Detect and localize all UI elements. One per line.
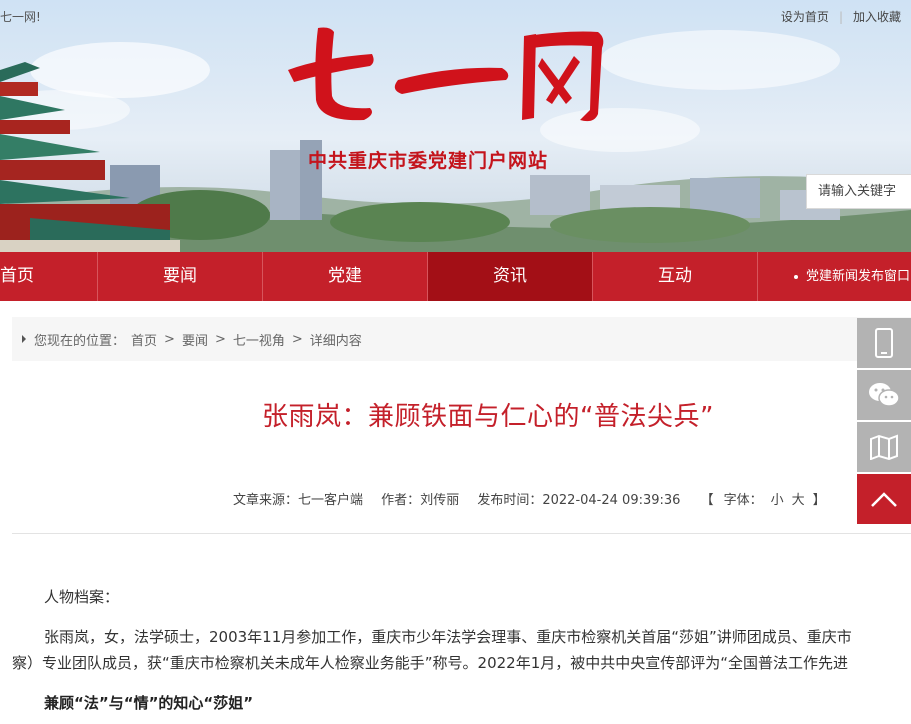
back-to-top-icon [871, 492, 897, 507]
map-button[interactable] [857, 422, 911, 472]
nav-item-interaction[interactable]: 互动 [593, 252, 758, 301]
set-homepage-link[interactable]: 设为首页 [771, 8, 839, 25]
article-paragraph: 人物档案： [44, 588, 120, 606]
font-bracket-close: 】 [812, 493, 826, 508]
map-icon [870, 434, 898, 460]
mobile-button[interactable] [857, 318, 911, 368]
nav-item-party-building[interactable]: 党建 [263, 252, 428, 301]
welcome-text: 七一网! [0, 10, 41, 24]
side-toolbar [857, 318, 911, 526]
back-to-top-button[interactable] [857, 474, 911, 524]
search-box [806, 174, 911, 209]
site-logo-calligraphy [288, 27, 604, 122]
font-size-label: 字体： [723, 493, 763, 508]
nav-item-news[interactable]: 要闻 [98, 252, 263, 301]
wechat-icon [869, 383, 900, 407]
top-links: 设为首页 | 加入收藏 [771, 8, 911, 25]
article-subheading: 兼顾“法”与“情”的知心“莎姐” [44, 694, 254, 712]
mobile-icon [875, 328, 893, 358]
breadcrumb: 您现在的位置： 首页 > 要闻 > 七一视角 > 详细内容 [12, 317, 911, 361]
add-favorite-link[interactable]: 加入收藏 [843, 8, 911, 25]
article-paragraph: 张雨岚，女，法学硕士，2003年11月参加工作，重庆市少年法学会理事、重庆市检察… [44, 628, 852, 646]
nav-item-home[interactable]: 首页 [0, 252, 98, 301]
news-ticker-text: 党建新闻发布窗口 [806, 269, 911, 284]
breadcrumb-item-perspective[interactable]: 七一视角 [233, 330, 285, 349]
article-paragraph: 察）专业团队成员，获“重庆市检察机关未成年人检察业务能手”称号。2022年1月，… [12, 654, 849, 672]
breadcrumb-item-news[interactable]: 要闻 [182, 330, 208, 349]
breadcrumb-arrow-icon [22, 335, 26, 343]
author-label: 作者： [381, 493, 421, 508]
time-label: 发布时间： [477, 493, 543, 508]
nav-news-ticker[interactable]: 党建新闻发布窗口 [758, 252, 911, 301]
header-banner: 七一网! 设为首页 | 加入收藏 中共重庆市委党建门户网站 [0, 0, 911, 252]
breadcrumb-item-home[interactable]: 首页 [131, 330, 157, 349]
nav-item-information[interactable]: 资讯 [428, 252, 593, 301]
breadcrumb-separator: > [164, 331, 175, 347]
wechat-button[interactable] [857, 370, 911, 420]
font-large-button[interactable]: 大 [792, 493, 805, 508]
breadcrumb-prefix: 您现在的位置： [34, 333, 126, 349]
site-subtitle: 中共重庆市委党建门户网站 [308, 150, 549, 172]
article-source: 七一客户端 [298, 493, 364, 508]
site-logo[interactable] [280, 18, 610, 128]
article-meta: 文章来源：七一客户端 作者：刘传丽 发布时间：2022-04-24 09:39:… [233, 489, 836, 508]
font-bracket-open: 【 [700, 493, 714, 508]
article-title: 张雨岚：兼顾铁面与仁心的“普法尖兵” [262, 402, 714, 432]
main-nav: 首页 要闻 党建 资讯 互动 党建新闻发布窗口 [0, 252, 911, 301]
article-author: 刘传丽 [420, 493, 460, 508]
article-time: 2022-04-24 09:39:36 [542, 493, 681, 508]
font-small-button[interactable]: 小 [771, 493, 784, 508]
breadcrumb-item-detail: 详细内容 [309, 333, 362, 349]
article-divider [12, 533, 911, 534]
source-label: 文章来源： [233, 493, 299, 508]
breadcrumb-separator: > [291, 331, 303, 347]
search-input[interactable] [807, 175, 911, 208]
breadcrumb-separator: > [214, 331, 226, 347]
bullet-icon [794, 274, 798, 279]
